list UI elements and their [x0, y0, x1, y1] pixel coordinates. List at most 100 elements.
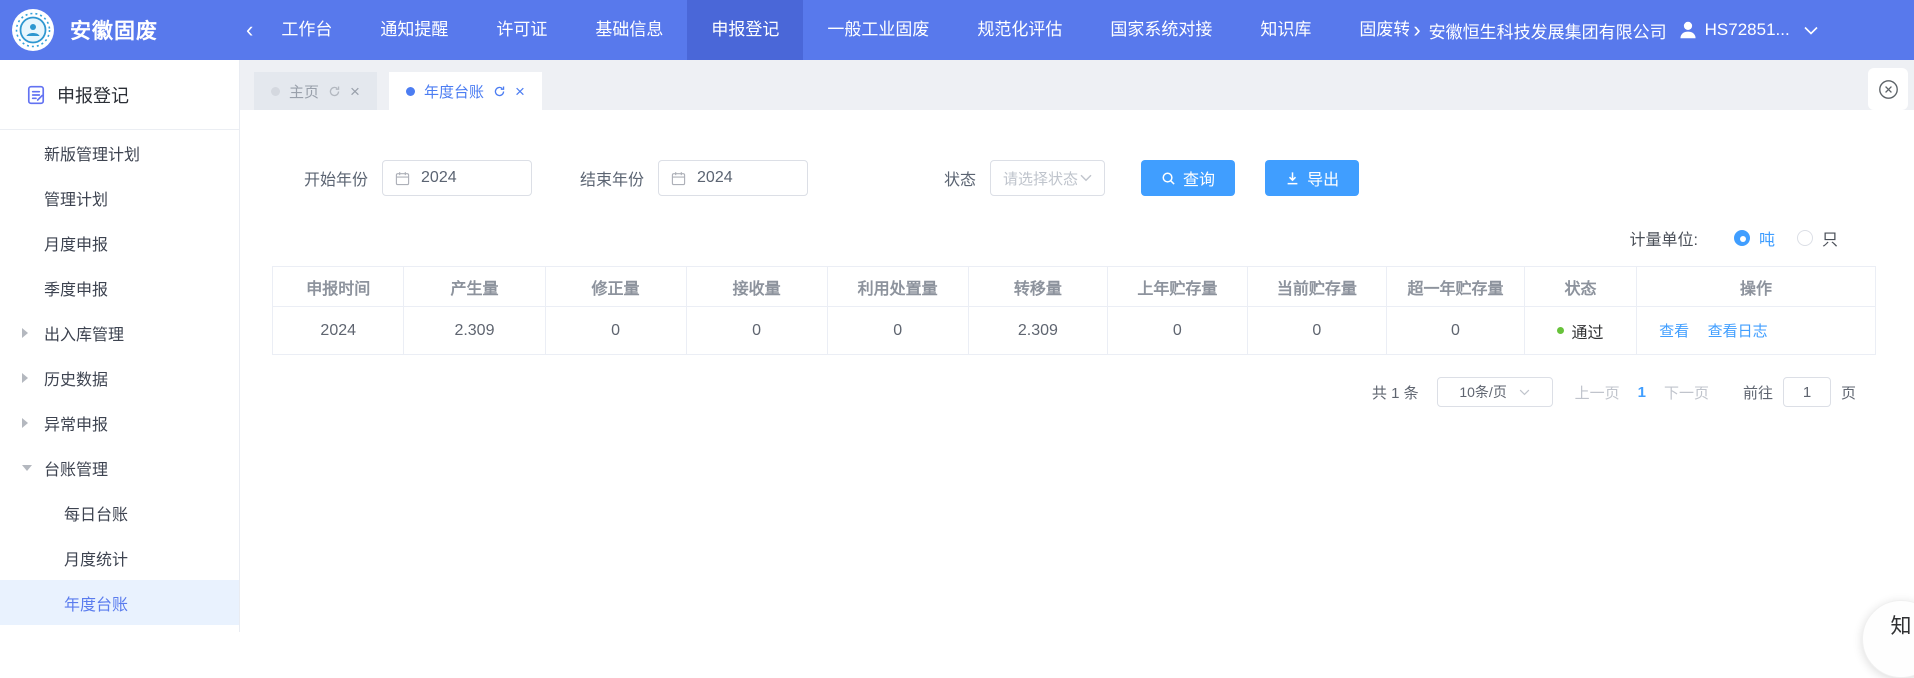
total-count: 共 1 条: [1372, 382, 1419, 403]
start-year-label: 开始年份: [304, 166, 368, 190]
download-icon: [1285, 171, 1300, 186]
cell-received: 0: [686, 307, 827, 355]
company-name: 安徽恒生科技发展集团有限公司: [1429, 18, 1667, 43]
content-area: 主页 × 年度台账 ×: [240, 60, 1914, 632]
chevron-down-icon: [1080, 174, 1092, 182]
col-over-year-storage: 超一年贮存量: [1387, 267, 1525, 307]
end-year-input[interactable]: [695, 168, 795, 188]
nav-item-waste-transfer[interactable]: 固废转: [1335, 0, 1409, 60]
floating-assistant-button[interactable]: 知: [1862, 600, 1914, 678]
cell-prev-year-storage: 0: [1108, 307, 1247, 355]
sidebar-item-abnormal-declaration[interactable]: 异常申报: [0, 400, 239, 445]
end-year-field[interactable]: [658, 160, 808, 196]
sidebar-item-label: 异常申报: [44, 411, 108, 435]
start-year-input[interactable]: [419, 168, 519, 188]
col-corrected: 修正量: [545, 267, 686, 307]
tab-label: 主页: [289, 81, 319, 102]
nav-item-knowledge-base[interactable]: 知识库: [1236, 0, 1335, 60]
sidebar-item-inout-storage[interactable]: 出入库管理: [0, 310, 239, 355]
tab-home[interactable]: 主页 ×: [254, 72, 377, 110]
col-transferred: 转移量: [968, 267, 1107, 307]
close-all-tabs-button[interactable]: [1868, 68, 1908, 110]
next-page-button[interactable]: 下一页: [1664, 382, 1709, 403]
nav-scroll-left-icon[interactable]: ‹: [242, 0, 257, 60]
sidebar-item-daily-ledger[interactable]: 每日台账: [0, 490, 239, 535]
refresh-icon[interactable]: [328, 85, 341, 98]
pagination-bar: 共 1 条 10条/页 上一页 1 下一页 前往 页: [240, 377, 1856, 407]
radio-selected-icon: [1734, 230, 1750, 246]
caret-right-icon: [22, 418, 28, 428]
search-button-label: 查询: [1183, 166, 1215, 190]
page-size-select[interactable]: 10条/页: [1437, 377, 1553, 407]
current-page[interactable]: 1: [1638, 384, 1646, 401]
search-button[interactable]: 查询: [1141, 160, 1235, 196]
document-icon: [26, 85, 46, 105]
cell-declare-time: 2024: [273, 307, 404, 355]
cell-current-storage: 0: [1247, 307, 1386, 355]
radio-label-ton: 吨: [1759, 226, 1775, 250]
nav-item-declaration[interactable]: 申报登记: [687, 0, 803, 60]
nav-item-notifications[interactable]: 通知提醒: [356, 0, 472, 60]
app-title: 安徽固废: [70, 15, 158, 45]
end-year-label: 结束年份: [580, 166, 644, 190]
close-icon[interactable]: ×: [515, 83, 525, 100]
prev-page-button[interactable]: 上一页: [1575, 382, 1620, 403]
sidebar-item-quarterly-declaration[interactable]: 季度申报: [0, 265, 239, 310]
view-log-link[interactable]: 查看日志: [1708, 323, 1768, 340]
status-select[interactable]: 请选择状态: [990, 160, 1105, 196]
col-generated: 产生量: [404, 267, 545, 307]
page-annual-ledger: 开始年份 结束年份 状态 请选择状态: [240, 110, 1914, 632]
col-status: 状态: [1524, 267, 1636, 307]
nav-item-general-industrial-waste[interactable]: 一般工业固废: [803, 0, 953, 60]
nav-item-license[interactable]: 许可证: [472, 0, 571, 60]
sidebar-item-monthly-stats[interactable]: 月度统计: [0, 535, 239, 580]
sidebar-item-label: 台账管理: [44, 456, 108, 480]
user-menu-chevron-down-icon[interactable]: [1804, 26, 1818, 35]
nav-scroll-right-icon[interactable]: ›: [1409, 0, 1424, 60]
cell-corrected: 0: [545, 307, 686, 355]
cell-actions: 查看 查看日志: [1637, 307, 1876, 355]
view-link[interactable]: 查看: [1659, 323, 1689, 340]
col-prev-year-storage: 上年贮存量: [1108, 267, 1247, 307]
goto-suffix: 页: [1841, 382, 1856, 403]
app-logo: [12, 9, 54, 51]
unit-selector-row: 计量单位: 吨 只: [240, 226, 1838, 250]
cell-generated: 2.309: [404, 307, 545, 355]
status-select-placeholder: 请选择状态: [1003, 168, 1078, 189]
goto-page-input[interactable]: [1783, 377, 1831, 407]
sidebar-item-management-plan[interactable]: 管理计划: [0, 175, 239, 220]
radio-label-piece: 只: [1822, 226, 1838, 250]
tab-annual-ledger[interactable]: 年度台账 ×: [389, 72, 542, 110]
sidebar-item-annual-ledger[interactable]: 年度台账: [0, 580, 239, 625]
col-actions: 操作: [1637, 267, 1876, 307]
sidebar-item-history-data[interactable]: 历史数据: [0, 355, 239, 400]
nav-item-basic-info[interactable]: 基础信息: [571, 0, 687, 60]
sidebar-item-monthly-declaration[interactable]: 月度申报: [0, 220, 239, 265]
sidebar-item-ledger-management[interactable]: 台账管理: [0, 445, 239, 490]
close-icon[interactable]: ×: [350, 83, 360, 100]
annual-ledger-table: 申报时间 产生量 修正量 接收量 利用处置量 转移量 上年贮存量 当前贮存量 超…: [272, 266, 1876, 355]
cell-transferred: 2.309: [968, 307, 1107, 355]
sidebar-item-label: 月度申报: [44, 231, 108, 255]
export-button-label: 导出: [1307, 166, 1339, 190]
status-badge: 通过: [1571, 319, 1603, 343]
caret-right-icon: [22, 373, 28, 383]
nav-item-standard-assessment[interactable]: 规范化评估: [953, 0, 1086, 60]
nav-item-national-system[interactable]: 国家系统对接: [1086, 0, 1236, 60]
user-area: 安徽恒生科技发展集团有限公司 HS72851...: [1429, 18, 1818, 43]
sidebar-title: 申报登记: [0, 60, 239, 130]
nav-menu: 工作台 通知提醒 许可证 基础信息 申报登记 一般工业固废 规范化评估 国家系统…: [257, 0, 1409, 60]
sidebar-title-label: 申报登记: [57, 82, 129, 108]
sidebar-item-label: 历史数据: [44, 366, 108, 390]
user-id[interactable]: HS72851...: [1705, 20, 1790, 40]
sidebar-item-new-management-plan[interactable]: 新版管理计划: [0, 130, 239, 175]
nav-item-workbench[interactable]: 工作台: [257, 0, 356, 60]
start-year-field[interactable]: [382, 160, 532, 196]
brand-area: 安徽固废: [0, 9, 242, 51]
refresh-icon[interactable]: [493, 85, 506, 98]
col-received: 接收量: [686, 267, 827, 307]
radio-unit-ton[interactable]: 吨: [1734, 226, 1775, 250]
cell-status: 通过: [1524, 307, 1636, 355]
export-button[interactable]: 导出: [1265, 160, 1359, 196]
radio-unit-piece[interactable]: 只: [1797, 226, 1838, 250]
